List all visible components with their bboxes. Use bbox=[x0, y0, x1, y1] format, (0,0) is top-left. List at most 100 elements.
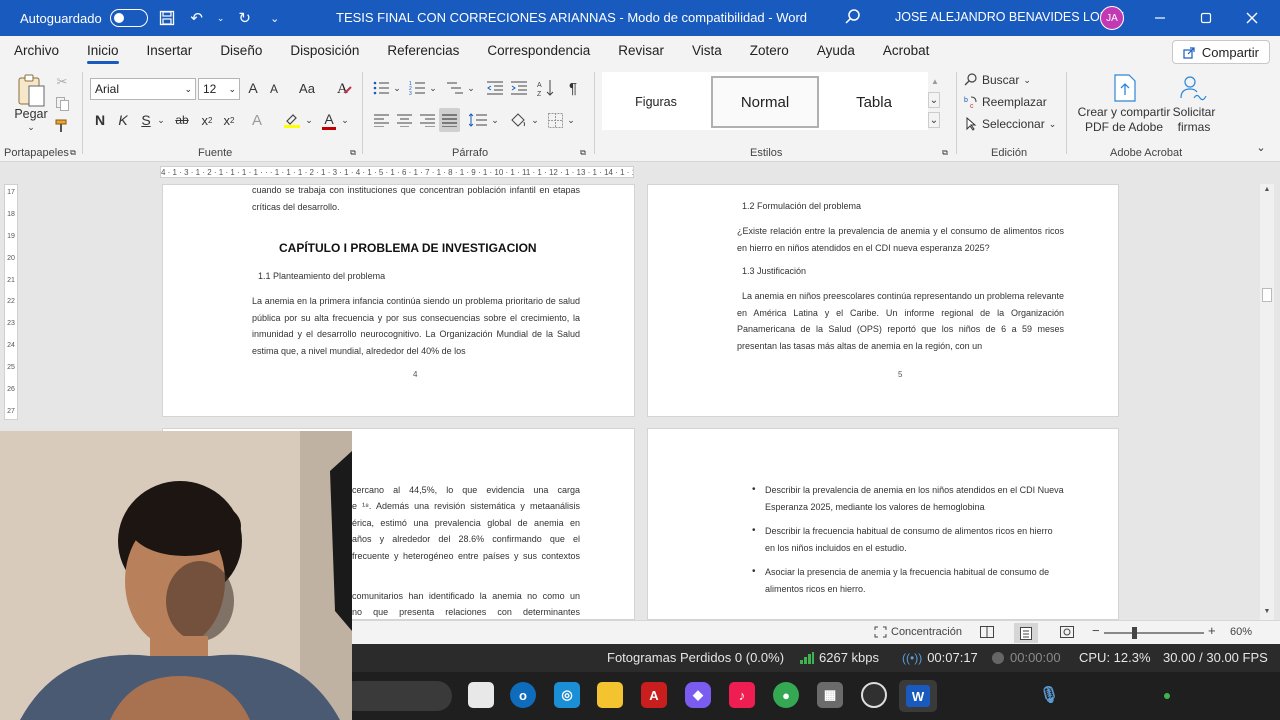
select-button[interactable]: Seleccionar ⌄ bbox=[964, 114, 1056, 134]
numbering-dropdown-icon[interactable]: ⌄ bbox=[428, 82, 438, 94]
font-launcher-icon[interactable]: ⧉ bbox=[348, 148, 358, 158]
paragraph-launcher-icon[interactable]: ⧉ bbox=[578, 148, 588, 158]
bullets-icon[interactable] bbox=[372, 78, 390, 98]
clipboard-launcher-icon[interactable]: ⧉ bbox=[68, 148, 78, 158]
page-4[interactable]: cuando se trabaja con instituciones que … bbox=[162, 184, 635, 417]
scroll-thumb[interactable] bbox=[1262, 288, 1272, 302]
print-layout-icon[interactable] bbox=[1014, 623, 1038, 643]
word-taskbar-button[interactable]: W bbox=[899, 680, 937, 712]
shading-dropdown-icon[interactable]: ⌄ bbox=[530, 114, 540, 126]
autosave-toggle[interactable] bbox=[109, 9, 148, 27]
show-formatting-marks-icon[interactable]: ¶ bbox=[564, 78, 582, 98]
acrobat-icon[interactable]: A bbox=[641, 682, 667, 708]
search-icon[interactable] bbox=[844, 8, 862, 29]
style-normal[interactable]: Normal bbox=[711, 76, 819, 128]
sort-icon[interactable]: AZ bbox=[536, 78, 556, 98]
multilevel-list-icon[interactable] bbox=[446, 78, 464, 98]
undo-icon[interactable]: ↶ bbox=[186, 7, 208, 29]
zoom-slider[interactable] bbox=[1104, 632, 1204, 634]
paste-dropdown-icon[interactable]: ⌄ bbox=[24, 122, 38, 132]
focus-mode-button[interactable]: Concentración bbox=[874, 626, 962, 638]
obs-icon[interactable] bbox=[861, 682, 887, 708]
bold-button[interactable]: N bbox=[92, 110, 108, 130]
align-right-icon[interactable] bbox=[418, 110, 436, 130]
tab-revisar[interactable]: Revisar bbox=[604, 36, 678, 66]
font-color-button[interactable]: A bbox=[320, 110, 338, 132]
copy-icon[interactable] bbox=[54, 96, 70, 112]
folder-icon[interactable] bbox=[597, 682, 623, 708]
increase-indent-icon[interactable] bbox=[510, 78, 528, 98]
numbering-icon[interactable]: 123 bbox=[408, 78, 426, 98]
decrease-indent-icon[interactable] bbox=[486, 78, 504, 98]
tab-correspondencia[interactable]: Correspondencia bbox=[473, 36, 604, 66]
outlook-icon[interactable]: o bbox=[510, 682, 536, 708]
customize-toolbar-icon[interactable]: ⌄ bbox=[264, 7, 286, 29]
tab-ayuda[interactable]: Ayuda bbox=[803, 36, 869, 66]
collapse-ribbon-icon[interactable]: ⌄ bbox=[1254, 140, 1268, 154]
tiktok-icon[interactable]: ♪ bbox=[729, 682, 755, 708]
format-painter-icon[interactable] bbox=[54, 118, 70, 134]
clear-formatting-icon[interactable]: A bbox=[334, 78, 354, 98]
styles-scroll-up-icon[interactable]: ▲ bbox=[930, 74, 940, 88]
chrome-icon[interactable]: ● bbox=[773, 682, 799, 708]
style-tabla[interactable]: Tabla bbox=[824, 76, 924, 128]
maximize-icon[interactable] bbox=[1194, 6, 1218, 30]
web-layout-icon[interactable] bbox=[1060, 626, 1074, 641]
subscript-button[interactable]: x2 bbox=[198, 110, 216, 130]
tab-diseno[interactable]: Diseño bbox=[206, 36, 276, 66]
tab-zotero[interactable]: Zotero bbox=[736, 36, 803, 66]
paste-icon[interactable] bbox=[14, 72, 48, 110]
page-5[interactable]: 1.2 Formulación del problema ¿Existe rel… bbox=[647, 184, 1119, 417]
style-figuras[interactable]: Figuras bbox=[606, 76, 706, 128]
styles-launcher-icon[interactable]: ⧉ bbox=[940, 148, 950, 158]
highlight-icon[interactable] bbox=[282, 110, 302, 130]
scroll-up-icon[interactable]: ▲ bbox=[1262, 186, 1272, 196]
share-button[interactable]: Compartir bbox=[1171, 40, 1270, 64]
store-icon[interactable]: ◎ bbox=[554, 682, 580, 708]
tab-archivo[interactable]: Archivo bbox=[0, 36, 73, 66]
zoom-in-icon[interactable]: + bbox=[1208, 623, 1216, 638]
underline-dropdown-icon[interactable]: ⌄ bbox=[156, 114, 166, 126]
tab-acrobat[interactable]: Acrobat bbox=[869, 36, 944, 66]
tab-referencias[interactable]: Referencias bbox=[373, 36, 473, 66]
font-size-box[interactable]: 12 ⌄ bbox=[198, 78, 240, 100]
undo-dropdown-icon[interactable]: ⌄ bbox=[216, 7, 226, 29]
request-signatures-button[interactable]: Solicitar firmas bbox=[1168, 104, 1220, 136]
paste-label[interactable]: Pegar bbox=[12, 106, 50, 122]
vertical-ruler[interactable]: 17 18 19 20 21 22 23 24 25 26 27 bbox=[4, 184, 18, 420]
copilot-icon[interactable]: ◆ bbox=[685, 682, 711, 708]
align-center-icon[interactable] bbox=[395, 110, 413, 130]
find-button[interactable]: Buscar ⌄ bbox=[964, 70, 1031, 90]
zoom-slider-thumb[interactable] bbox=[1132, 627, 1137, 639]
line-spacing-icon[interactable] bbox=[468, 110, 488, 130]
tab-vista[interactable]: Vista bbox=[678, 36, 736, 66]
avatar[interactable]: JA bbox=[1100, 6, 1124, 30]
close-icon[interactable] bbox=[1240, 6, 1264, 30]
vertical-scrollbar[interactable]: ▲ ▼ bbox=[1260, 184, 1274, 620]
font-name-box[interactable]: Arial ⌄ bbox=[90, 78, 196, 100]
shrink-font-icon[interactable]: A bbox=[266, 80, 282, 98]
align-left-icon[interactable] bbox=[372, 110, 390, 130]
change-case-button[interactable]: Aa bbox=[294, 78, 320, 98]
superscript-button[interactable]: x2 bbox=[220, 110, 238, 130]
zoom-out-icon[interactable]: − bbox=[1092, 623, 1100, 638]
underline-button[interactable]: S bbox=[138, 110, 154, 130]
bullets-dropdown-icon[interactable]: ⌄ bbox=[392, 82, 402, 94]
horizontal-ruler[interactable]: 4 · 1 · 3 · 1 · 2 · 1 · 1 · 1 · 1 · · · … bbox=[160, 166, 634, 178]
cut-icon[interactable]: ✂ bbox=[54, 74, 70, 90]
read-mode-icon[interactable] bbox=[980, 626, 994, 641]
zoom-level[interactable]: 60% bbox=[1230, 626, 1252, 638]
styles-more-icon[interactable]: ⌄ bbox=[928, 112, 940, 128]
strikethrough-button[interactable]: ab bbox=[172, 110, 192, 130]
page-7[interactable]: Describir la prevalencia de anemia en lo… bbox=[647, 428, 1119, 620]
shading-icon[interactable] bbox=[508, 110, 528, 130]
highlight-dropdown-icon[interactable]: ⌄ bbox=[304, 114, 314, 126]
borders-icon[interactable] bbox=[546, 110, 564, 130]
multilevel-dropdown-icon[interactable]: ⌄ bbox=[466, 82, 476, 94]
redo-icon[interactable]: ↻ bbox=[234, 7, 256, 29]
taskbar-search-box[interactable] bbox=[340, 681, 452, 711]
tab-insertar[interactable]: Insertar bbox=[133, 36, 207, 66]
microphone-icon[interactable]: 🎙 bbox=[1036, 682, 1062, 708]
save-icon[interactable] bbox=[156, 7, 178, 29]
calculator-icon[interactable]: ▦ bbox=[817, 682, 843, 708]
